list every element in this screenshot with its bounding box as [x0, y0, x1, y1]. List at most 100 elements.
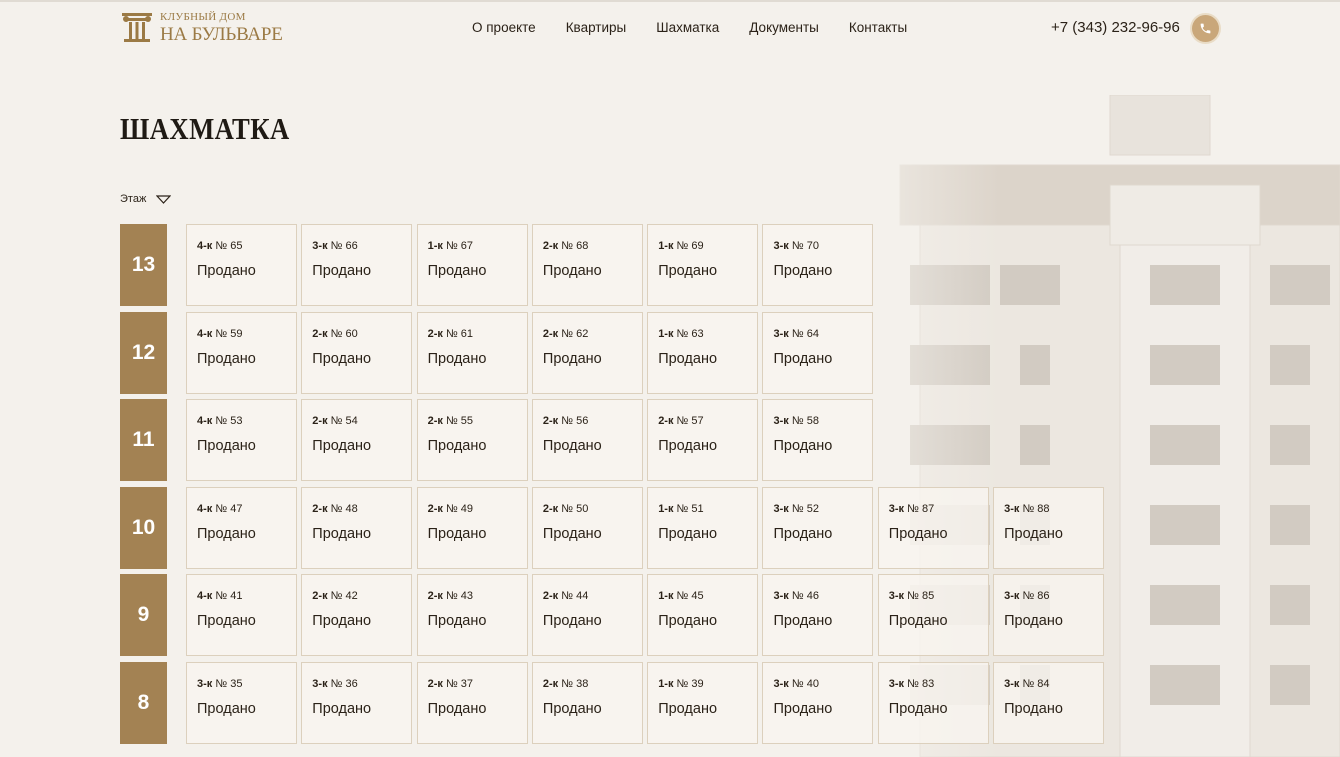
apartment-cell[interactable]: 2-к № 43 Продано — [416, 574, 528, 657]
apartment-header: 3-к № 35 — [197, 678, 296, 690]
apartment-cell[interactable]: 2-к № 54 Продано — [301, 399, 413, 482]
apartment-status: Продано — [773, 350, 833, 367]
apartment-type: 1-к — [658, 240, 674, 252]
apartment-header: 4-к № 53 — [197, 415, 296, 427]
apartment-type: 2-к — [542, 415, 559, 428]
apartment-cell[interactable]: 3-к № 64 Продано — [762, 311, 874, 394]
apartment-header: 2-к № 42 — [312, 590, 411, 602]
apartment-cell[interactable]: 2-к № 42 Продано — [301, 574, 413, 657]
nav-item-about[interactable]: О проекте — [472, 20, 536, 35]
apartment-cell[interactable]: 3-к № 86 Продано — [993, 574, 1105, 657]
apartment-cell[interactable]: 2-к № 61 Продано — [416, 311, 528, 394]
apartment-type: 1-к — [658, 677, 674, 690]
apartment-cell[interactable]: 2-к № 57 Продано — [647, 399, 759, 482]
apartment-cell[interactable]: 2-к № 56 Продано — [531, 399, 643, 482]
apartment-type: 1-к — [658, 590, 674, 603]
apartment-status: Продано — [427, 438, 487, 455]
apartment-cell[interactable]: 4-к № 59 Продано — [186, 311, 297, 394]
nav-item-documents[interactable]: Документы — [749, 20, 819, 35]
apartment-type: 2-к — [542, 590, 559, 603]
apartment-number: № 40 — [791, 677, 819, 690]
call-button[interactable] — [1192, 15, 1219, 42]
apartment-cell[interactable]: 2-к № 48 Продано — [301, 486, 413, 569]
apartment-cell[interactable]: 1-к № 69 Продано — [647, 224, 759, 306]
apartment-status: Продано — [427, 613, 487, 630]
apartment-cell[interactable]: 2-к № 37 Продано — [416, 661, 528, 744]
floor-filter-dropdown[interactable]: Этаж — [120, 193, 172, 205]
apartment-cell[interactable]: 1-к № 67 Продано — [416, 224, 528, 306]
floor-filter-label: Этаж — [120, 193, 147, 205]
apartment-cell[interactable]: 2-к № 55 Продано — [416, 399, 528, 482]
apartment-cell[interactable]: 3-к № 84 Продано — [993, 661, 1105, 744]
apartment-type: 3-к — [1004, 590, 1020, 603]
apartment-number: № 49 — [445, 502, 474, 515]
nav-item-chessboard[interactable]: Шахматка — [656, 20, 719, 35]
apartment-cell[interactable]: 3-к № 85 Продано — [877, 574, 989, 657]
apartment-number: № 41 — [215, 590, 243, 603]
apartment-type: 4-к — [197, 240, 213, 252]
apartment-header: 1-к № 39 — [658, 678, 757, 690]
apartment-header: 3-к № 88 — [1004, 503, 1103, 515]
apartment-number: № 86 — [1022, 590, 1050, 603]
apartment-cell[interactable]: 3-к № 40 Продано — [762, 661, 874, 744]
nav-item-contacts[interactable]: Контакты — [849, 20, 907, 35]
apartment-status: Продано — [197, 700, 256, 717]
apartment-cell[interactable]: 3-к № 88 Продано — [993, 486, 1105, 569]
apartment-cell[interactable]: 2-к № 60 Продано — [301, 311, 413, 394]
apartment-cell[interactable]: 3-к № 35 Продано — [186, 661, 297, 744]
apartment-cell[interactable]: 2-к № 38 Продано — [531, 661, 643, 744]
apartment-cell[interactable]: 4-к № 53 Продано — [186, 399, 297, 482]
apartment-grid: 13 4-к № 65 Продано 3-к № 66 Продано 1-к № 67… — [120, 224, 1108, 750]
apartment-cell[interactable]: 1-к № 45 Продано — [647, 574, 759, 657]
apartment-cell[interactable]: 2-к № 62 Продано — [531, 311, 643, 394]
apartment-number: № 87 — [907, 502, 935, 515]
apartment-status: Продано — [427, 700, 487, 717]
apartment-cell[interactable]: 1-к № 51 Продано — [647, 486, 759, 569]
apartment-cell[interactable]: 2-к № 49 Продано — [416, 486, 528, 569]
apartment-header: 3-к № 64 — [773, 328, 872, 340]
apartment-cell[interactable]: 4-к № 41 Продано — [186, 574, 297, 657]
apartment-type: 2-к — [427, 327, 443, 340]
apartment-type: 3-к — [888, 590, 905, 603]
apartment-number: № 64 — [791, 327, 819, 340]
apartment-cell[interactable]: 2-к № 44 Продано — [531, 574, 643, 657]
apartment-header: 2-к № 50 — [543, 503, 642, 515]
apartment-status: Продано — [312, 350, 372, 367]
apartment-cell[interactable]: 3-к № 66 Продано — [301, 224, 413, 306]
apartment-cell[interactable]: 4-к № 47 Продано — [186, 486, 297, 569]
apartment-number: № 53 — [215, 415, 243, 428]
phone-number[interactable]: +7 (343) 232-96-96 — [1051, 19, 1180, 36]
floor-row: 12 4-к № 59 Продано 2-к № 60 Продано 2-к № 61… — [120, 311, 1108, 394]
apartment-cell[interactable]: 2-к № 68 Продано — [531, 224, 643, 306]
apartment-cell[interactable]: 3-к № 83 Продано — [877, 661, 989, 744]
apartment-header: 3-к № 85 — [889, 590, 988, 602]
apartment-header: 1-к № 67 — [428, 240, 527, 252]
apartment-number: № 44 — [561, 590, 589, 603]
apartment-cell[interactable]: 3-к № 87 Продано — [877, 486, 989, 569]
apartment-number: № 70 — [791, 240, 819, 252]
apartment-number: № 68 — [561, 240, 589, 252]
apartment-status: Продано — [773, 263, 833, 279]
apartment-type: 3-к — [773, 590, 789, 603]
apartment-cell[interactable]: 1-к № 63 Продано — [647, 311, 759, 394]
apartment-cell[interactable]: 4-к № 65 Продано — [186, 224, 297, 306]
apartment-status: Продано — [542, 263, 602, 279]
apartment-cell[interactable]: 3-к № 36 Продано — [301, 661, 413, 744]
apartment-status: Продано — [427, 525, 487, 542]
floor-number: 8 — [120, 661, 167, 744]
site-logo[interactable]: КЛУБНЫЙ ДОМ НА БУЛЬВАРЕ — [120, 11, 283, 45]
apartment-number: № 59 — [215, 327, 243, 340]
apartment-header: 3-к № 58 — [773, 415, 872, 427]
apartment-type: 3-к — [773, 240, 789, 252]
apartment-cell[interactable]: 3-к № 70 Продано — [762, 224, 874, 306]
apartment-cell[interactable]: 2-к № 50 Продано — [531, 486, 643, 569]
apartment-status: Продано — [542, 350, 602, 367]
apartment-type: 3-к — [773, 677, 789, 690]
nav-item-apartments[interactable]: Квартиры — [566, 20, 627, 35]
apartment-cell[interactable]: 1-к № 39 Продано — [647, 661, 759, 744]
apartment-number: № 58 — [791, 415, 819, 428]
apartment-cell[interactable]: 3-к № 46 Продано — [762, 574, 874, 657]
apartment-cell[interactable]: 3-к № 52 Продано — [762, 486, 874, 569]
apartment-status: Продано — [658, 700, 718, 717]
apartment-cell[interactable]: 3-к № 58 Продано — [762, 399, 874, 482]
